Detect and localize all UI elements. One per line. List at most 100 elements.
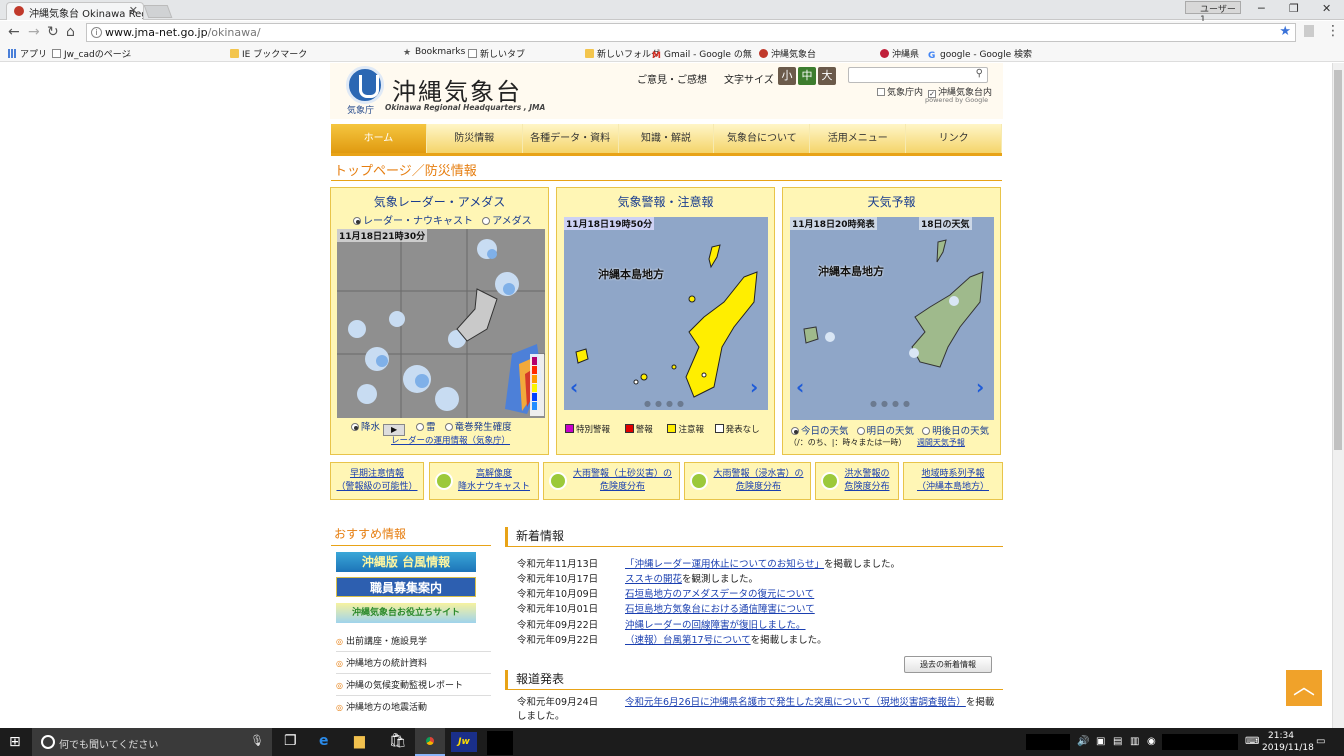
link-timeseries-forecast[interactable]: 地域時系列予報 （沖縄本島地方） (903, 462, 1003, 500)
extension-icon[interactable] (1304, 25, 1314, 37)
menu-disaster[interactable]: 防災情報 (427, 124, 523, 153)
forecast-tomorrow-option[interactable]: 明日の天気 (856, 426, 914, 437)
task-view-icon[interactable]: ❐ (284, 733, 297, 749)
radar-option-nowcast[interactable]: レーダー・ナウキャスト (353, 216, 473, 227)
bookmark-star-icon[interactable]: ★ (1279, 24, 1291, 39)
news-link[interactable]: ススキの開花 (625, 574, 682, 585)
warning-prev-arrow-icon[interactable]: ‹ (570, 375, 578, 399)
scrollbar-thumb[interactable] (1334, 70, 1342, 450)
microphone-icon[interactable]: 🎙 (250, 734, 264, 747)
fontsize-small-button[interactable]: 小 (778, 67, 796, 85)
feedback-link[interactable]: ご意見・ご感想 (637, 71, 707, 86)
warning-map[interactable]: 11月18日19時50分 沖縄本島地方 ‹ › ●●●● (564, 217, 768, 410)
link-hr-nowcast[interactable]: 高解像度 降水ナウキャスト (429, 462, 539, 500)
bookmark-ie[interactable]: IE ブックマーク (230, 47, 307, 60)
forecast-prev-arrow-icon[interactable]: ‹ (796, 375, 804, 399)
notification-icon[interactable]: ▭ (1316, 736, 1325, 747)
minimize-icon[interactable]: ─ (1258, 2, 1265, 15)
back-to-top-button[interactable]: ︿ (1286, 670, 1322, 706)
recommend-link-climate-report[interactable]: 沖縄の気候変動監視レポート (336, 678, 463, 691)
file-explorer-icon[interactable]: ▆ (354, 733, 365, 749)
news-link[interactable]: 「沖縄レーダー運用休止についてのお知らせ」 (625, 559, 824, 570)
site-search-input[interactable]: ⚲ (848, 67, 988, 83)
menu-data[interactable]: 各種データ・資料 (523, 124, 619, 153)
restore-icon[interactable]: ❐ (1289, 2, 1299, 15)
weekly-forecast-link[interactable]: 週間天気予報 (917, 438, 965, 447)
bookmark-newfolder[interactable]: 新しいフォルダ (585, 47, 660, 60)
close-tab-icon[interactable]: ✕ (129, 4, 138, 17)
recommend-link-lecture[interactable]: 出前講座・施設見学 (336, 634, 427, 647)
recommend-link-statistics[interactable]: 沖縄地方の統計資料 (336, 656, 427, 669)
home-icon[interactable]: ⌂ (66, 24, 75, 40)
warning-carousel-dots[interactable]: ●●●● (644, 399, 688, 408)
user-profile-button[interactable]: ユーザー 1 (1185, 1, 1241, 25)
forecast-next-arrow-icon[interactable]: › (976, 375, 984, 399)
warning-next-arrow-icon[interactable]: › (750, 375, 758, 399)
radar-operation-link[interactable]: レーダーの運用情報（気象庁） (391, 434, 510, 446)
back-icon[interactable]: ← (8, 24, 20, 40)
bookmark-apps[interactable]: アプリ (8, 47, 47, 60)
forecast-dayafter-option[interactable]: 明後日の天気 (922, 426, 989, 437)
windows-start-icon[interactable]: ⊞ (9, 734, 21, 750)
menu-about[interactable]: 気象台について (714, 124, 811, 153)
bookmark-jwcad[interactable]: Jw_cadのページ (52, 47, 131, 60)
forecast-today-option[interactable]: 今日の天気 (791, 426, 849, 437)
link-flood-risk[interactable]: 洪水警報の 危険度分布 (815, 462, 899, 500)
news-link[interactable]: 石垣島地方気象台における通信障害について (625, 604, 815, 615)
tray-icon-d[interactable]: ◉ (1147, 736, 1156, 747)
new-tab-button[interactable] (143, 5, 173, 18)
bookmark-google[interactable]: Ggoogle - Google 検索 (928, 47, 1032, 61)
clock-date[interactable]: 2019/11/18 (1262, 743, 1314, 753)
radar-layer-tornado[interactable]: 竜巻発生確度 (444, 422, 512, 433)
radar-map[interactable]: 11月18日21時30分 (337, 229, 545, 418)
chrome-taskbar-button[interactable] (415, 728, 445, 756)
news-link[interactable]: 石垣島地方のアメダスデータの復元について (625, 589, 814, 600)
forecast-carousel-dots[interactable]: ●●●● (870, 399, 914, 408)
menu-usage[interactable]: 活用メニュー (810, 124, 907, 153)
forecast-map[interactable]: 11月18日20時発表 18日の天気 沖縄本島地方 ‹ › ●●●● (790, 217, 994, 420)
close-window-icon[interactable]: ✕ (1322, 2, 1331, 15)
bookmark-gmail[interactable]: M Gmail - Google の無料 (652, 47, 752, 60)
menu-home[interactable]: ホーム (331, 124, 427, 153)
menu-links[interactable]: リンク (906, 124, 1003, 153)
site-title[interactable]: 沖縄気象台 (392, 72, 522, 107)
menu-knowledge[interactable]: 知識・解説 (619, 124, 715, 153)
bookmark-bookmarks[interactable]: ★ Bookmarks (403, 47, 465, 58)
fontsize-large-button[interactable]: 大 (818, 67, 836, 85)
bookmark-blank[interactable]: _ (126, 47, 131, 57)
forward-icon[interactable]: → (28, 24, 40, 40)
radar-layer-rain[interactable]: 降水 (351, 422, 380, 433)
radar-layer-thunder[interactable]: 雷 (416, 422, 436, 433)
ime-icon[interactable]: ⌨ (1245, 736, 1259, 747)
fontsize-medium-button[interactable]: 中 (798, 67, 816, 85)
browser-tab[interactable]: 沖縄気象台 Okinawa Reg ✕ (6, 2, 144, 20)
link-early-warning[interactable]: 早期注意情報 （警報級の可能性） (330, 462, 424, 500)
tray-icon-c[interactable]: ▥ (1130, 736, 1139, 747)
jma-logo-icon[interactable] (346, 66, 384, 104)
address-bar[interactable]: i www.jma-net.go.jp/okinawa/ ★ (86, 23, 1296, 42)
news-link[interactable]: （速報）台風第17号について (625, 635, 751, 646)
reload-icon[interactable]: ↻ (47, 24, 59, 40)
jwcad-taskbar-icon[interactable]: Jw (451, 732, 477, 752)
taskbar-search-box[interactable]: 何でも聞いてください 🎙 (32, 728, 272, 756)
tray-icon-a[interactable]: ▣ (1096, 736, 1105, 747)
link-inundation-risk[interactable]: 大雨警報（浸水害）の 危険度分布 (684, 462, 811, 500)
useful-sites-banner[interactable]: 沖縄気象台お役立ちサイト (336, 603, 476, 623)
search-icon[interactable]: ⚲ (976, 68, 983, 79)
bookmark-newtab[interactable]: 新しいタブ (468, 47, 525, 60)
news-link[interactable]: 沖縄レーダーの回線障害が復旧しました。 (625, 620, 806, 631)
bookmark-okinawa-pref[interactable]: 沖縄県 (880, 47, 919, 60)
bookmark-okinawa-met[interactable]: 沖縄気象台 (759, 47, 816, 60)
link-landslide-risk[interactable]: 大雨警報（土砂災害）の 危険度分布 (543, 462, 680, 500)
radar-option-amedas[interactable]: アメダス (482, 216, 532, 227)
tray-icon-b[interactable]: ▤ (1113, 736, 1122, 747)
edge-icon[interactable]: e (319, 733, 329, 749)
typhoon-banner[interactable]: 沖縄版 台風情報 (336, 552, 476, 572)
store-icon[interactable]: 🛍 (389, 733, 407, 749)
clock-time[interactable]: 21:34 (1268, 731, 1294, 741)
recruit-banner[interactable]: 職員募集案内 (336, 577, 476, 597)
recommend-link-earthquake[interactable]: 沖縄地方の地震活動 (336, 700, 427, 713)
volume-icon[interactable]: 🔊 (1077, 736, 1089, 747)
info-icon[interactable]: i (91, 27, 102, 38)
menu-dots-icon[interactable]: ⋮ (1326, 23, 1340, 39)
